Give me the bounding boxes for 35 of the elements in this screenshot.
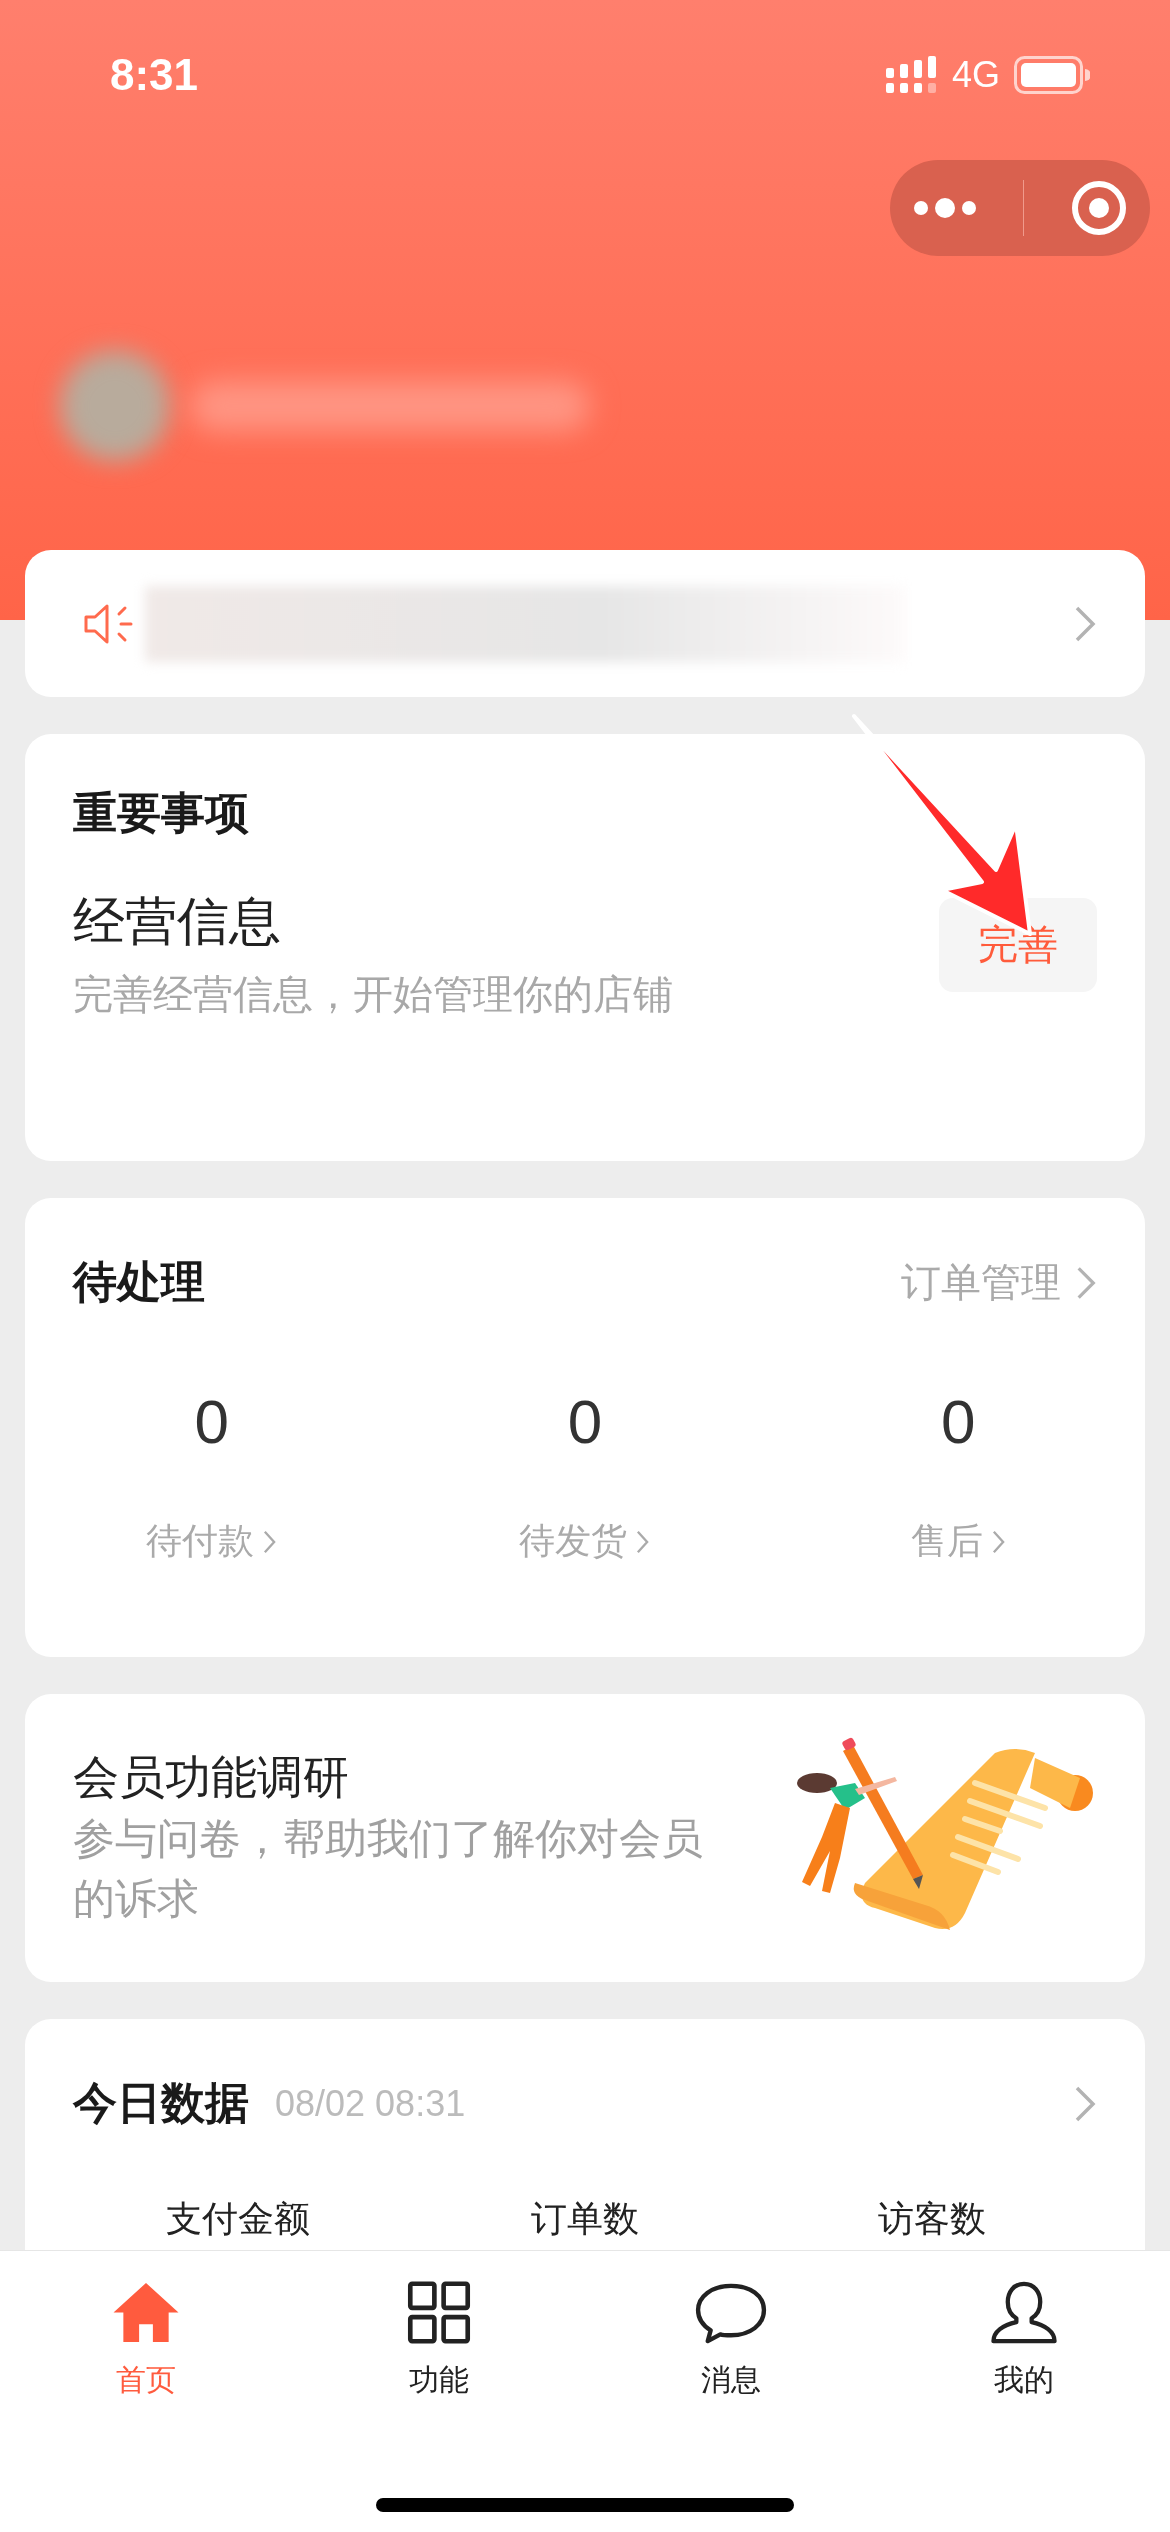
section-title: 待处理 xyxy=(73,1255,205,1309)
tab[interactable]: 功能 xyxy=(292,2281,585,2401)
tab[interactable]: 我的 xyxy=(877,2281,1170,2401)
metric-label: 订单数 xyxy=(530,2197,640,2241)
chevron-right-icon xyxy=(990,1528,1006,1555)
metric-label: 访客数 xyxy=(876,2197,987,2241)
section-title: 重要事项 xyxy=(73,786,250,840)
tab[interactable]: 首页 xyxy=(0,2281,293,2401)
battery-icon xyxy=(1014,56,1090,94)
status-time: 8:31 xyxy=(110,50,199,100)
stat-link[interactable]: 待发货 xyxy=(519,1517,651,1566)
signal-icon xyxy=(885,56,938,94)
chevron-right-icon xyxy=(635,1528,651,1555)
stat-link[interactable]: 售后 xyxy=(910,1517,1006,1566)
grid-icon xyxy=(405,2281,472,2344)
close-icon[interactable] xyxy=(1070,180,1127,236)
timestamp: 08/02 08:31 xyxy=(275,2082,466,2125)
chevron-right-icon xyxy=(262,1528,278,1555)
network-label: 4G xyxy=(951,54,1000,96)
chat-icon xyxy=(694,2282,769,2344)
person-icon xyxy=(988,2281,1059,2344)
item-title: 经营信息 xyxy=(73,890,282,953)
metric-label: 支付金额 xyxy=(165,2197,312,2241)
item-description: 完善经营信息，开始管理你的店铺 xyxy=(73,970,673,1019)
section-title: 今日数据 xyxy=(73,2076,249,2130)
survey-description: 参与问卷，帮助我们了解你对会员的诉求 xyxy=(73,1813,704,1925)
stat-value: 0 xyxy=(567,1386,603,1457)
tab[interactable]: 消息 xyxy=(585,2281,878,2401)
stat-link[interactable]: 待付款 xyxy=(146,1517,278,1566)
stat-value: 0 xyxy=(941,1386,976,1457)
stat-value: 0 xyxy=(194,1386,229,1457)
speaker-icon xyxy=(83,603,135,644)
order-management-link[interactable]: 订单管理 xyxy=(901,1255,1097,1310)
survey-title: 会员功能调研 xyxy=(73,1749,350,1807)
more-icon[interactable] xyxy=(913,196,978,220)
